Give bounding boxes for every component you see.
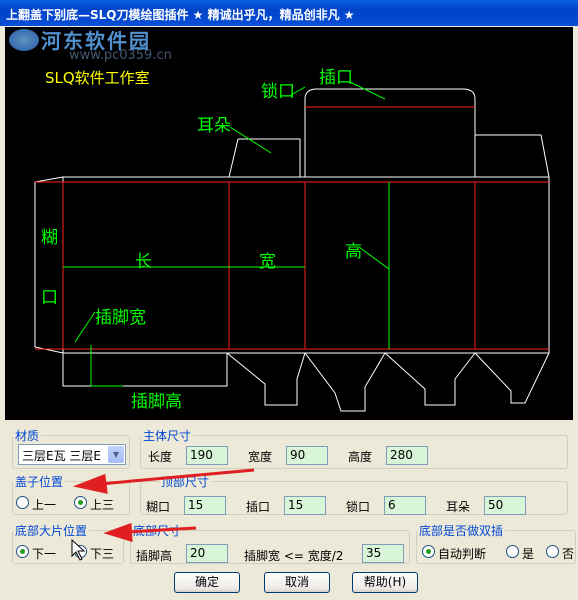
mouse-cursor-icon <box>71 538 86 561</box>
arrow-line-2 <box>125 526 197 534</box>
plugin-window: 上翻盖下别底—SLQ刀模绘图插件 ★ 精诚出乎凡，精品创非凡 ★ 河东软件园 w… <box>0 0 578 600</box>
arrow-head-1 <box>72 473 108 494</box>
annotation-arrows <box>71 468 255 561</box>
arrow-line-1 <box>99 468 255 486</box>
arrow-head-2 <box>103 522 133 543</box>
